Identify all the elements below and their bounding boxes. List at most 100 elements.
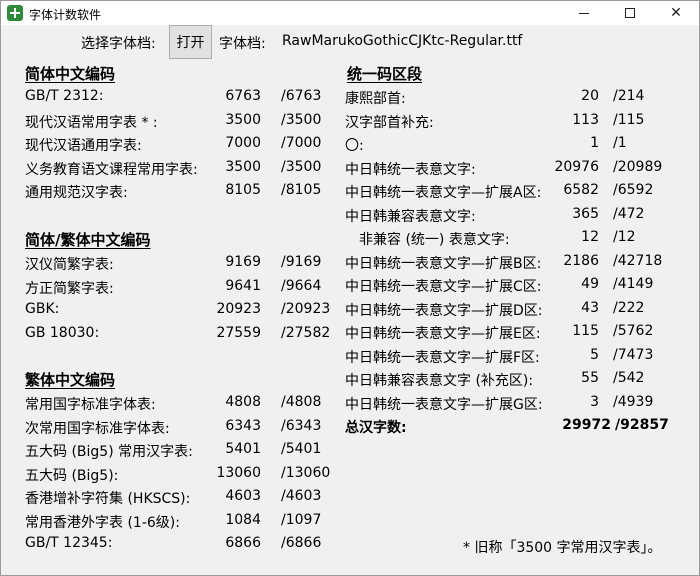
row-total: /8105: [281, 182, 322, 198]
row-label: 义务教育语文课程常用字表:: [25, 161, 198, 178]
row-total: /6866: [281, 535, 322, 551]
row-count: 3: [590, 393, 599, 410]
row-count: 4603: [225, 488, 261, 504]
row-label: 非兼容 (统一) 表意文字:: [359, 232, 510, 248]
row-count: 20: [581, 88, 599, 104]
row-label: 中日韩统一表意文字—扩展E区:: [345, 326, 541, 342]
row-count: 6866: [225, 535, 261, 551]
section-title: 繁体中文编码: [25, 371, 116, 389]
row-total: /27582: [281, 324, 331, 341]
section-title: 简体中文编码: [25, 65, 116, 83]
total-total: /92857: [615, 417, 669, 433]
row-count: 113: [572, 111, 599, 128]
row-count: 13060: [216, 464, 261, 481]
row-label: 〇:: [345, 138, 364, 154]
row-label: 常用香港外字表 (1-6级):: [25, 514, 180, 531]
row-total: /3500: [281, 158, 322, 175]
row-count: 6763: [225, 88, 261, 104]
row-label: 中日韩统一表意文字—扩展G区:: [345, 396, 543, 413]
row-total: /20989: [613, 158, 663, 175]
row-total: /1097: [281, 511, 322, 528]
row-count: 27559: [216, 324, 261, 341]
open-file-button[interactable]: 打开: [169, 25, 212, 59]
row-label: 康熙部首:: [345, 91, 406, 107]
row-total: /4939: [613, 393, 654, 410]
row-count: 8105: [225, 182, 261, 198]
row-label: 汉仪简繁字表:: [25, 257, 114, 273]
row-label: 方正简繁字表:: [25, 280, 114, 297]
select-font-label: 选择字体档:: [81, 36, 156, 52]
row-total: /6592: [613, 182, 654, 198]
row-label: 香港增补字符集 (HKSCS):: [25, 491, 191, 507]
maximize-button[interactable]: [607, 1, 653, 25]
font-file-label: 字体档:: [219, 36, 266, 52]
row-label: GB/T 12345:: [25, 535, 113, 551]
row-total: /4808: [281, 394, 322, 410]
row-label: 中日韩统一表意文字—扩展C区:: [345, 279, 542, 295]
row-total: /9664: [281, 277, 322, 294]
row-label: 次常用国字标准字体表:: [25, 420, 170, 437]
row-total: /7473: [613, 346, 654, 363]
row-count: 5: [590, 346, 599, 363]
row-total: /1: [613, 135, 627, 151]
app-icon: [7, 5, 23, 21]
row-total: /13060: [281, 464, 331, 481]
row-count: 49: [581, 276, 599, 292]
row-total: /222: [613, 299, 645, 316]
row-label: 中日韩统一表意文字—扩展A区:: [345, 185, 542, 201]
footnote: * 旧称「3500 字常用汉字表」。: [463, 540, 662, 556]
row-count: 6343: [225, 417, 261, 434]
title-bar[interactable]: 字体计数软件 ✕: [1, 1, 699, 25]
row-count: 9641: [225, 277, 261, 294]
row-total: /5762: [613, 323, 654, 339]
row-total: /542: [613, 370, 645, 386]
row-count: 12: [581, 229, 599, 245]
row-label: 五大码 (Big5) 常用汉字表:: [25, 444, 193, 460]
row-count: 365: [572, 205, 599, 222]
total-label: 总汉字数:: [345, 420, 407, 436]
row-label: GBK:: [25, 301, 60, 317]
row-total: /115: [613, 111, 645, 128]
close-icon: ✕: [670, 5, 682, 21]
row-total: /472: [613, 205, 645, 222]
row-label: 中日韩兼容表意文字 (补充区):: [345, 373, 534, 389]
row-label: 中日韩统一表意文字—扩展F区:: [345, 349, 540, 366]
row-count: 3500: [225, 111, 261, 128]
row-label: 中日韩统一表意文字:: [345, 161, 476, 178]
row-label: 常用国字标准字体表:: [25, 397, 156, 413]
row-count: 55: [581, 370, 599, 386]
row-count: 1: [590, 135, 599, 151]
row-count: 1084: [225, 511, 261, 528]
row-total: /6763: [281, 88, 322, 104]
row-count: 2186: [563, 252, 599, 269]
window-title: 字体计数软件: [29, 8, 102, 22]
row-label: 中日韩统一表意文字—扩展D区:: [345, 302, 543, 319]
row-count: 43: [581, 299, 599, 316]
row-label: 现代汉语通用字表:: [25, 138, 142, 154]
row-total: /4149: [613, 276, 654, 292]
row-count: 115: [572, 323, 599, 339]
row-total: /9169: [281, 254, 322, 270]
row-total: /4603: [281, 488, 322, 504]
row-label: 中日韩统一表意文字—扩展B区:: [345, 255, 542, 272]
row-count: 5401: [225, 441, 261, 457]
close-button[interactable]: ✕: [653, 1, 699, 25]
row-count: 9169: [225, 254, 261, 270]
app-window: 字体计数软件 ✕ 选择字体档: 打开 字体档: RawMarukoGothicC…: [0, 0, 700, 576]
minimize-icon: [579, 12, 589, 14]
row-label: 汉字部首补充:: [345, 114, 434, 131]
row-label: 中日韩兼容表意文字:: [345, 208, 476, 225]
minimize-button[interactable]: [561, 1, 607, 25]
row-count: 6582: [563, 182, 599, 198]
maximize-icon: [625, 8, 635, 18]
row-total: /42718: [613, 252, 663, 269]
section-title: 统一码区段: [347, 65, 423, 83]
row-count: 20976: [554, 158, 599, 175]
row-count: 7000: [225, 135, 261, 151]
row-label: 五大码 (Big5):: [25, 467, 119, 484]
total-count: 29972: [562, 417, 611, 433]
row-total: /7000: [281, 135, 322, 151]
row-total: /12: [613, 229, 636, 245]
row-total: /5401: [281, 441, 322, 457]
row-label: 通用规范汉字表:: [25, 185, 128, 201]
